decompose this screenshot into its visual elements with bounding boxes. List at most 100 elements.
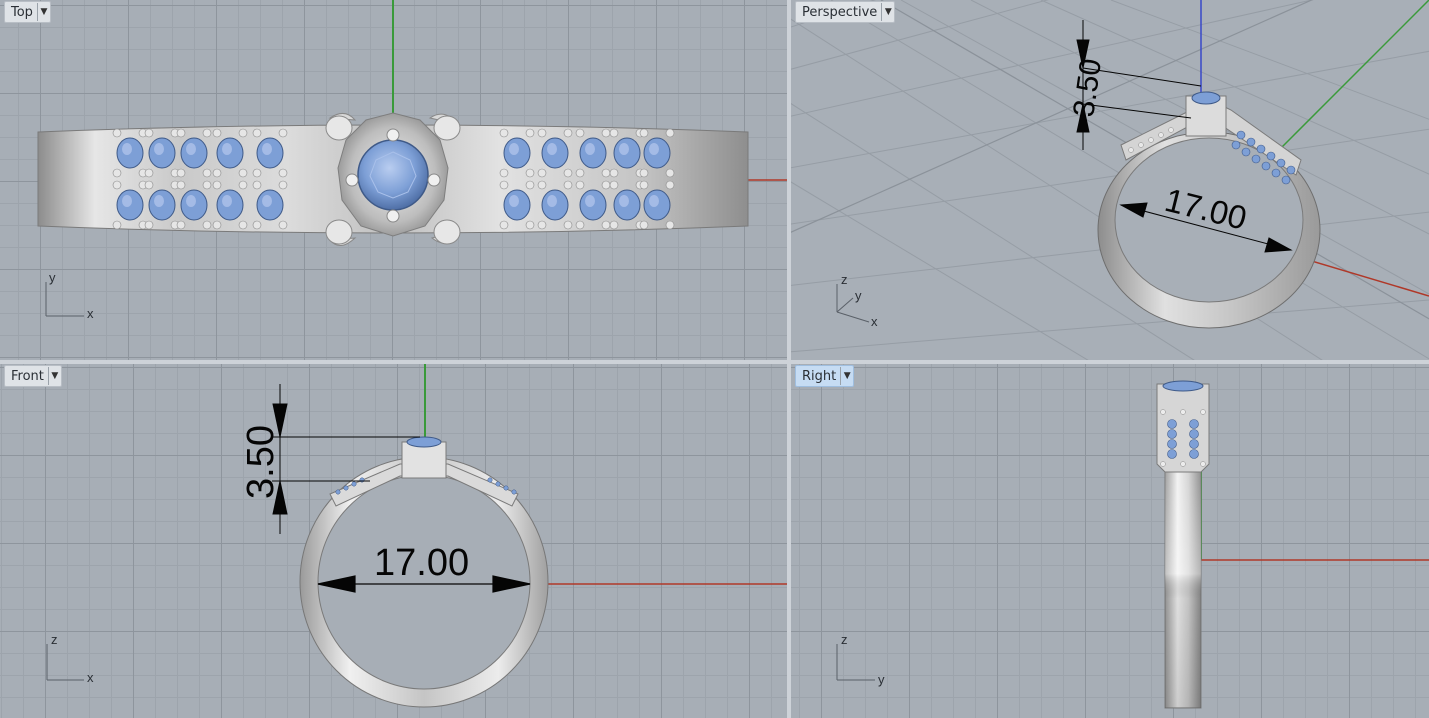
bead-prong xyxy=(665,128,675,138)
bead-prong xyxy=(499,168,509,178)
bead-prong xyxy=(252,180,262,190)
stone-highlight xyxy=(186,195,196,207)
stone-highlight xyxy=(619,143,629,155)
bead-prong xyxy=(563,180,573,190)
bead-prong xyxy=(601,128,611,138)
bead-prong xyxy=(639,128,649,138)
stone-highlight xyxy=(222,195,232,207)
bead-prong xyxy=(238,128,248,138)
bead-prong xyxy=(563,168,573,178)
dropdown-arrow-icon[interactable]: ▼ xyxy=(881,3,894,21)
stone-highlight xyxy=(547,195,557,207)
stone-highlight xyxy=(585,143,595,155)
bead-prong xyxy=(499,180,509,190)
stone-highlight xyxy=(547,143,557,155)
bead-prong xyxy=(278,168,288,178)
bead-prong xyxy=(575,168,585,178)
center-gem xyxy=(1162,380,1204,392)
bead-prong xyxy=(252,128,262,138)
viewport-front[interactable]: Front ▼ 3.50 17.00 x z xyxy=(0,364,787,718)
axis-label-x: x xyxy=(871,314,878,329)
bead-prong xyxy=(665,180,675,190)
dimension-height-text: 3.50 xyxy=(1067,57,1108,119)
dropdown-arrow-icon[interactable]: ▼ xyxy=(840,367,853,385)
bead-prong xyxy=(499,128,509,138)
bead-prong xyxy=(575,220,585,230)
stone-highlight xyxy=(186,143,196,155)
axis-label-z: z xyxy=(841,272,848,287)
dimension-height-text: 3.50 xyxy=(240,425,282,499)
axis-label-y: y xyxy=(855,288,862,303)
bead-prong xyxy=(238,220,248,230)
bead-prong xyxy=(525,128,535,138)
bead-prong xyxy=(537,180,547,190)
bead-prong xyxy=(563,128,573,138)
stone-highlight xyxy=(619,195,629,207)
center-gem xyxy=(406,436,442,448)
stone-highlight xyxy=(154,143,164,155)
axis-indicator xyxy=(46,644,84,681)
bead-prong xyxy=(212,168,222,178)
viewport-tab-label: Right xyxy=(802,368,837,384)
bead-prong xyxy=(537,220,547,230)
bead-prong xyxy=(601,180,611,190)
bead-prong xyxy=(112,180,122,190)
bead-prong xyxy=(112,220,122,230)
stone-highlight xyxy=(122,195,132,207)
bead-prong xyxy=(144,180,154,190)
dropdown-arrow-icon[interactable]: ▼ xyxy=(47,367,61,385)
bead-prong xyxy=(202,220,212,230)
stone-highlight xyxy=(585,195,595,207)
stone-highlight xyxy=(154,195,164,207)
bead-prong xyxy=(537,168,547,178)
viewport-tab-front[interactable]: Front ▼ xyxy=(4,365,62,387)
ring-right xyxy=(1156,380,1210,709)
bead-prong xyxy=(212,180,222,190)
bead-prong xyxy=(563,220,573,230)
center-gem xyxy=(357,139,429,211)
perspective-grid xyxy=(791,0,1429,360)
axis-label-h: x xyxy=(87,306,94,321)
bead-prong xyxy=(575,128,585,138)
bead-prong xyxy=(252,168,262,178)
viewport-tab-top[interactable]: Top ▼ xyxy=(4,1,51,23)
axis-label-h: y xyxy=(878,672,885,687)
bead-prong xyxy=(639,220,649,230)
stone-highlight xyxy=(509,143,519,155)
axis-label-v: z xyxy=(51,632,58,647)
stone-highlight xyxy=(649,143,659,155)
axis-label-v: z xyxy=(841,632,848,647)
right-view-canvas: y z xyxy=(836,380,1429,709)
viewport-tab-perspective[interactable]: Perspective ▼ xyxy=(795,1,896,23)
bead-prong xyxy=(639,168,649,178)
bead-prong xyxy=(176,220,186,230)
bead-prong xyxy=(609,220,619,230)
bead-prong xyxy=(609,128,619,138)
bead-prong xyxy=(639,180,649,190)
axis-label-h: x xyxy=(87,670,94,685)
bead-prong xyxy=(112,128,122,138)
viewport-perspective[interactable]: Perspective ▼ 3.50 17.00 x y z xyxy=(791,0,1429,360)
axis-indicator xyxy=(836,644,875,681)
bead-prong xyxy=(212,220,222,230)
bead-prong xyxy=(238,180,248,190)
bead-prong xyxy=(665,220,675,230)
viewport-tab-right[interactable]: Right ▼ xyxy=(795,365,855,387)
bead-prong xyxy=(525,168,535,178)
bead-prong xyxy=(176,128,186,138)
center-setting xyxy=(325,112,461,246)
axis-indicator xyxy=(45,282,84,317)
bead-prong xyxy=(144,128,154,138)
stone-highlight xyxy=(649,195,659,207)
stone-highlight xyxy=(262,143,272,155)
bead-prong xyxy=(176,168,186,178)
viewport-top[interactable]: Top ▼ x y xyxy=(0,0,787,360)
stone-highlight xyxy=(222,143,232,155)
bead-prong xyxy=(176,180,186,190)
bead-prong xyxy=(238,168,248,178)
dropdown-arrow-icon[interactable]: ▼ xyxy=(36,3,50,21)
dimension-diameter-text: 17.00 xyxy=(374,542,469,584)
top-view-canvas: x y xyxy=(37,0,787,321)
viewport-right[interactable]: Right ▼ y z xyxy=(791,364,1429,718)
bead-prong xyxy=(609,168,619,178)
